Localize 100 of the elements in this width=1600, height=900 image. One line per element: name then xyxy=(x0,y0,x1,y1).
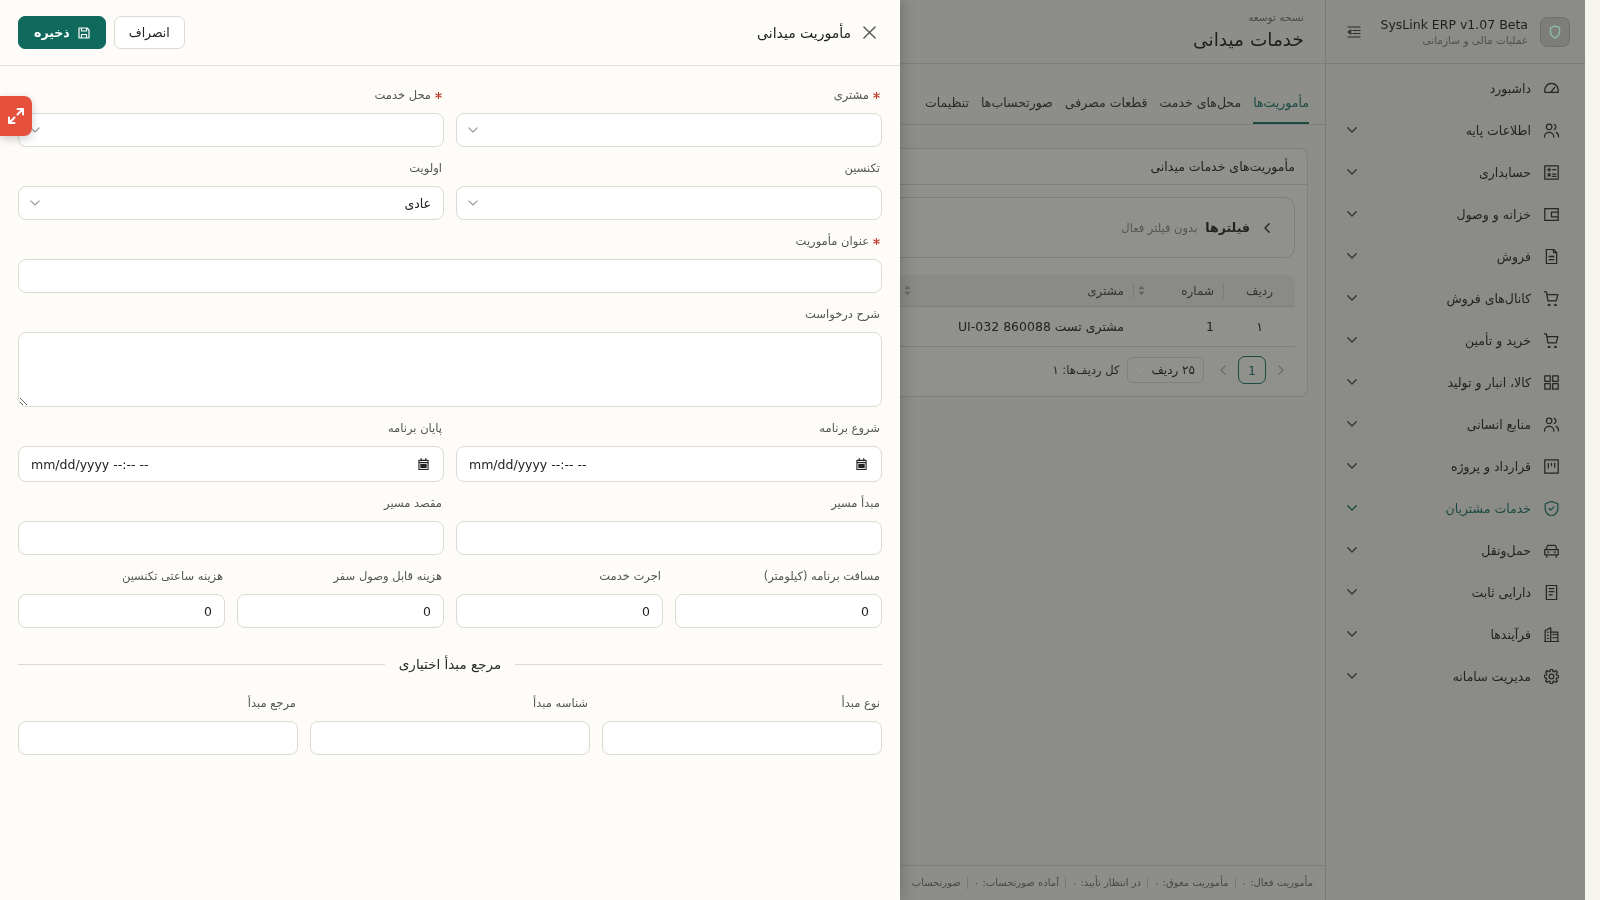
card-title: مأموریت‌های خدمات میدانی xyxy=(1150,159,1295,174)
page-title: خدمات میدانی xyxy=(1192,28,1304,52)
chevron-down-icon xyxy=(30,127,40,133)
field-label: مرجع مبدأ xyxy=(247,695,296,711)
chevron-down-icon xyxy=(30,200,40,206)
calculator-icon xyxy=(1544,164,1559,180)
calendar-icon[interactable] xyxy=(418,458,429,470)
number-field[interactable]: 0 xyxy=(18,594,225,628)
column-header[interactable]: مشتری xyxy=(900,275,1134,306)
filter-panel[interactable]: فیلترها بدون فیلتر فعال xyxy=(900,197,1295,258)
page-kicker: نسخه توسعه xyxy=(1247,10,1304,24)
row-count-text: کل ردیف‌ها: ۱ xyxy=(1052,363,1120,377)
select-field[interactable] xyxy=(18,113,444,147)
table-cell-text: 1 xyxy=(1205,318,1215,336)
field-label: مسافت برنامه (کیلومتر) xyxy=(763,568,880,584)
nav-item[interactable]: خزانه و وصول xyxy=(1326,193,1585,235)
text-field[interactable] xyxy=(18,721,298,755)
status-text: آماده صورتحساب: ۰ xyxy=(967,877,1066,889)
select-field[interactable] xyxy=(456,186,882,220)
page-button[interactable]: 1 xyxy=(1238,356,1266,384)
nav-item[interactable]: اطلاعات پایه xyxy=(1326,109,1585,151)
nav-item[interactable]: کالا، انبار و تولید xyxy=(1326,361,1585,403)
document-icon xyxy=(1544,248,1559,264)
nav-item[interactable]: خرید و تأمین xyxy=(1326,319,1585,361)
cart-icon xyxy=(1544,332,1559,348)
status-text: در انتظار تأیید: ۰ xyxy=(1065,877,1149,889)
logo-icon xyxy=(1540,16,1570,47)
tab[interactable]: محل‌های خدمت xyxy=(1159,92,1242,124)
field-label: عنوان مأموریت xyxy=(795,233,869,249)
field-label: پایان برنامه xyxy=(387,420,442,436)
tab[interactable]: مأموریت‌ها xyxy=(1253,92,1309,124)
select-field[interactable] xyxy=(456,113,882,147)
status-text: صورتحساب xyxy=(905,877,968,889)
chevron-right-icon xyxy=(1278,365,1284,375)
nav-item[interactable]: منابع انسانی xyxy=(1326,403,1585,445)
nav-item[interactable]: حمل‌ونقل xyxy=(1326,529,1585,571)
number-field[interactable]: 0 xyxy=(456,594,663,628)
column-header[interactable]: شماره xyxy=(1134,275,1224,306)
field-label: اجرت خدمت xyxy=(599,568,661,584)
number-field[interactable]: 0 xyxy=(675,594,882,628)
cancel-button[interactable]: انصراف xyxy=(113,16,185,49)
field-label: مبدأ مسیر xyxy=(831,495,880,511)
app-title: SysLink ERP v1.07 Beta xyxy=(1380,17,1528,32)
field-label: مشتری xyxy=(833,87,869,103)
wallet-icon xyxy=(1544,206,1559,222)
chevron-left-icon xyxy=(1220,365,1226,375)
date-time-field[interactable]: mm/dd/yyyy --:-- -- xyxy=(18,446,444,482)
nav-item[interactable]: قرارداد و پروژه xyxy=(1326,445,1585,487)
field-label: هزینه ساعتی تکنسین xyxy=(121,568,223,584)
text-field[interactable] xyxy=(18,259,882,293)
filter-label: فیلترها xyxy=(1205,220,1250,235)
text-field[interactable] xyxy=(456,521,882,555)
building-icon xyxy=(1544,626,1559,642)
text-field[interactable] xyxy=(310,721,590,755)
menu-icon[interactable] xyxy=(1347,25,1361,38)
chevron-down-icon xyxy=(468,127,478,133)
field-label: تکنسین xyxy=(844,160,880,176)
users-icon xyxy=(1544,416,1559,432)
tab[interactable]: تنظیمات xyxy=(924,92,970,124)
field-label: شروع برنامه xyxy=(819,420,880,436)
nav-item[interactable]: دارایی ثابت xyxy=(1326,571,1585,613)
page-size-select[interactable]: ۲۵ ردیف xyxy=(1127,357,1204,383)
field-label: نوع مبدأ xyxy=(841,695,880,711)
field-label: مقصد مسیر xyxy=(384,495,442,511)
text-field[interactable] xyxy=(18,521,444,555)
tab[interactable]: صورتحساب‌ها xyxy=(981,92,1053,124)
nav-item[interactable]: مدیریت سامانه xyxy=(1326,655,1585,697)
field-label: هزینه قابل وصول سفر xyxy=(333,568,442,584)
textarea-field[interactable] xyxy=(18,332,882,407)
car-icon xyxy=(1544,542,1559,558)
field-label: شرح درخواست xyxy=(805,306,880,322)
save-button[interactable]: ذخیره xyxy=(18,16,106,49)
app-subtitle: عملیات مالی و سازمانی xyxy=(1421,34,1528,46)
tab[interactable]: قطعات مصرفی xyxy=(1064,92,1148,124)
field-label: شناسه مبدأ xyxy=(533,695,588,711)
filter-summary: بدون فیلتر فعال xyxy=(1121,220,1198,235)
settings-icon xyxy=(1544,668,1559,684)
close-icon[interactable] xyxy=(863,26,876,39)
board-icon xyxy=(1544,458,1559,474)
nav-item[interactable]: فرآیندها xyxy=(1326,613,1585,655)
chevron-down-icon xyxy=(468,200,478,206)
list-document-icon xyxy=(1544,584,1559,600)
nav-item[interactable]: داشبورد xyxy=(1326,67,1585,109)
select-field[interactable]: عادی xyxy=(18,186,444,220)
expand-button[interactable] xyxy=(0,96,32,136)
column-header: ردیف xyxy=(1245,282,1274,300)
calendar-icon[interactable] xyxy=(856,458,867,470)
grid-icon xyxy=(1544,374,1559,390)
users-icon xyxy=(1544,122,1559,138)
section-title: مرجع مبدأ اختیاری xyxy=(398,654,502,674)
date-time-field[interactable]: mm/dd/yyyy --:-- -- xyxy=(456,446,882,482)
nav-item[interactable]: حسابداری xyxy=(1326,151,1585,193)
number-field[interactable]: 0 xyxy=(237,594,444,628)
table-cell-text: مشتری تست 860088 UI-032 xyxy=(956,318,1125,337)
nav-item[interactable]: فروش xyxy=(1326,235,1585,277)
field-label: محل خدمت xyxy=(374,87,431,103)
drawer-title: مأموریت میدانی xyxy=(757,24,851,41)
nav-item[interactable]: کانال‌های فروش xyxy=(1326,277,1585,319)
text-field[interactable] xyxy=(602,721,882,755)
nav-item[interactable]: خدمات مشتریان xyxy=(1326,487,1585,529)
